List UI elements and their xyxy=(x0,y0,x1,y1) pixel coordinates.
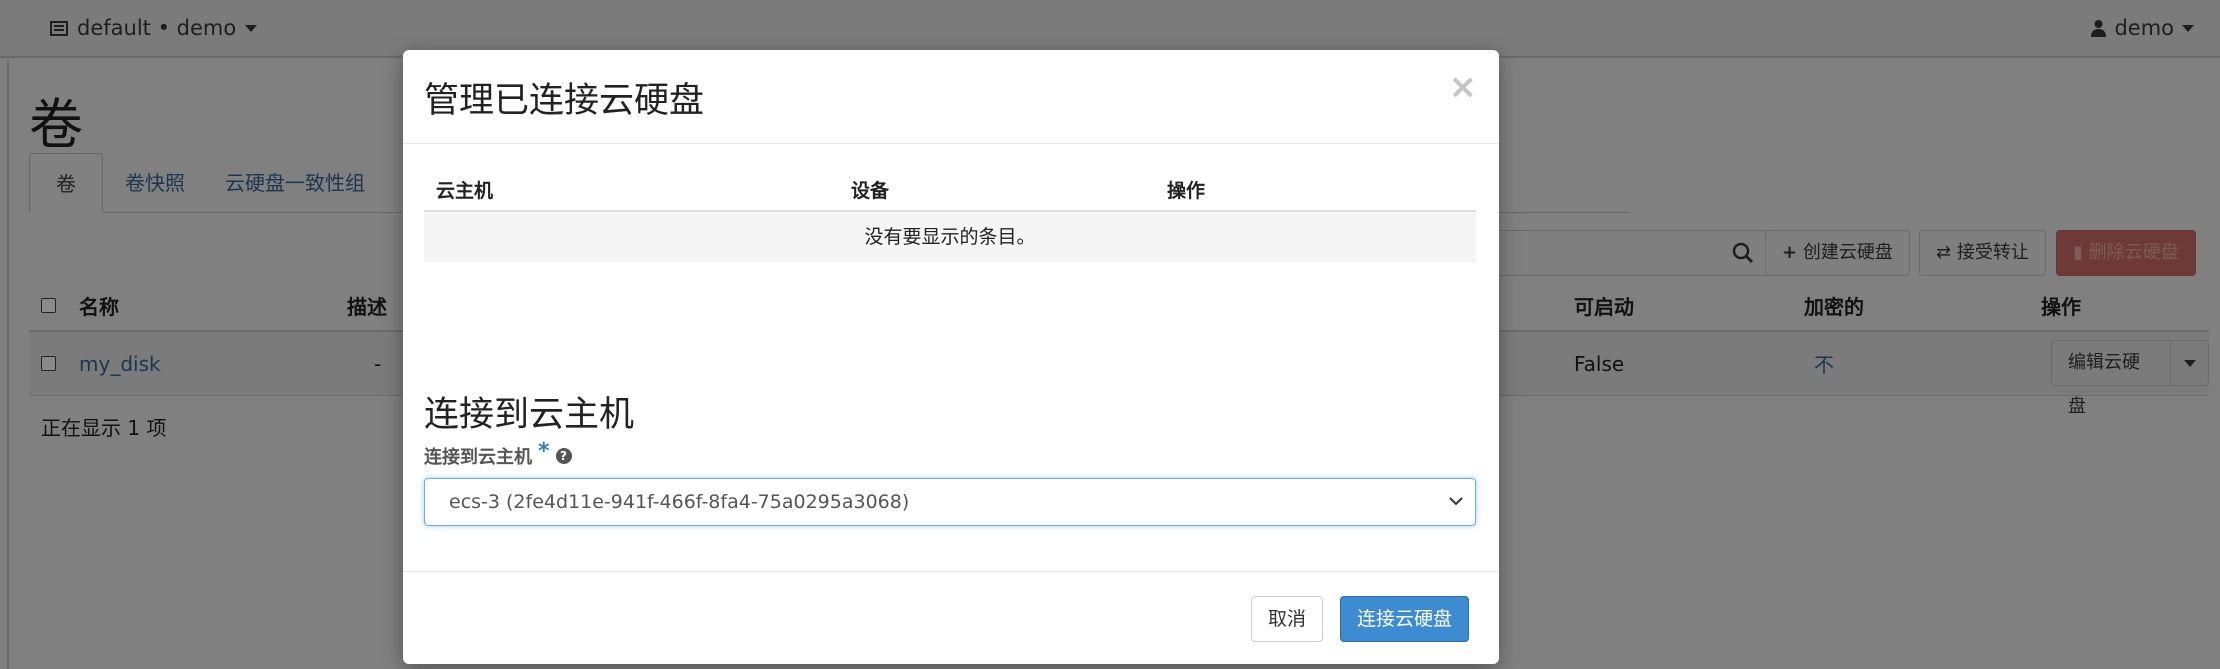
cancel-button[interactable]: 取消 xyxy=(1251,596,1324,642)
user-icon xyxy=(2091,20,2107,37)
delete-volumes-label: 删除云硬盘 xyxy=(2088,242,2179,263)
attachments-table-header: 云主机 设备 操作 xyxy=(424,162,1476,212)
project-list-icon xyxy=(50,20,68,36)
caret-down-icon xyxy=(245,24,258,32)
plus-icon: + xyxy=(1782,242,1798,263)
tab-volume-snapshots[interactable]: 卷快照 xyxy=(99,153,211,213)
instance-select-value: ecs-3 (2fe4d11e-941f-466f-8fa4-75a0295a3… xyxy=(449,491,910,513)
select-all-checkbox[interactable] xyxy=(41,297,56,313)
volume-name-link[interactable]: my_disk xyxy=(79,332,161,395)
accept-transfer-label: 接受转让 xyxy=(1956,242,2029,263)
row-actions-dropdown-toggle[interactable] xyxy=(2171,341,2208,385)
volume-encrypted-link[interactable]: 不 xyxy=(1814,332,1834,395)
required-asterisk: * xyxy=(538,438,550,464)
accept-transfer-button[interactable]: ⇄ 接受转让 xyxy=(1919,230,2046,276)
row-checkbox[interactable] xyxy=(41,356,56,371)
tab-volumes[interactable]: 卷 xyxy=(29,153,103,213)
project-selector[interactable]: default • demo xyxy=(50,16,258,40)
column-description[interactable]: 描述 xyxy=(347,280,387,330)
volume-description: - xyxy=(374,351,382,376)
create-volume-label: 创建云硬盘 xyxy=(1802,242,1893,263)
modal-header: 管理已连接云硬盘 × xyxy=(403,50,1499,144)
page-title: 卷 xyxy=(29,93,83,156)
chevron-down-icon xyxy=(1449,497,1463,506)
manage-attachments-modal: 管理已连接云硬盘 × 云主机 设备 操作 没有要显示的条目。 连接到云主机 连接… xyxy=(403,50,1499,664)
trash-icon: ▮ xyxy=(2073,242,2083,263)
user-menu[interactable]: demo xyxy=(2091,16,2194,40)
attach-volume-button[interactable]: 连接云硬盘 xyxy=(1340,596,1470,642)
project-selector-label: default • demo xyxy=(77,16,237,40)
attach-section-title: 连接到云主机 xyxy=(424,395,635,435)
tab-consistency-groups[interactable]: 云硬盘一致性组 xyxy=(199,153,391,213)
instance-select[interactable]: ecs-3 (2fe4d11e-941f-466f-8fa4-75a0295a3… xyxy=(424,478,1476,526)
delete-volumes-button[interactable]: ▮ 删除云硬盘 xyxy=(2056,230,2196,276)
modal-title: 管理已连接云硬盘 xyxy=(424,81,705,121)
column-name[interactable]: 名称 xyxy=(79,280,119,330)
column-actions: 操作 xyxy=(2041,294,2081,319)
search-icon[interactable] xyxy=(1732,242,1754,264)
edit-volume-button[interactable]: 编辑云硬盘 xyxy=(2052,341,2172,417)
instance-field-label: 连接到云主机 * ? xyxy=(424,439,572,469)
create-volume-button[interactable]: + 创建云硬盘 xyxy=(1765,230,1910,276)
search-input[interactable] xyxy=(1474,230,1769,276)
empty-table-message: 没有要显示的条目。 xyxy=(424,212,1476,262)
attachments-table: 云主机 设备 操作 没有要显示的条目。 xyxy=(424,162,1476,262)
instance-field-label-text: 连接到云主机 xyxy=(424,447,532,468)
column-encrypted[interactable]: 加密的 xyxy=(1804,280,1864,330)
item-count: 正在显示 1 项 xyxy=(41,416,167,440)
row-actions-split-button: 编辑云硬盘 xyxy=(2051,340,2209,417)
column-bootable[interactable]: 可启动 xyxy=(1574,280,1634,330)
close-icon[interactable]: × xyxy=(1449,70,1478,104)
caret-down-icon xyxy=(2182,24,2194,32)
user-menu-label: demo xyxy=(2114,16,2174,40)
transfer-arrows-icon: ⇄ xyxy=(1936,242,1952,263)
column-device: 设备 xyxy=(851,180,890,202)
modal-footer: 取消 连接云硬盘 xyxy=(403,571,1499,664)
help-icon[interactable]: ? xyxy=(555,448,572,464)
column-operation: 操作 xyxy=(1167,180,1206,202)
caret-down-icon xyxy=(2183,359,2196,367)
volume-bootable: False xyxy=(1574,351,1625,376)
column-instance: 云主机 xyxy=(436,180,494,202)
